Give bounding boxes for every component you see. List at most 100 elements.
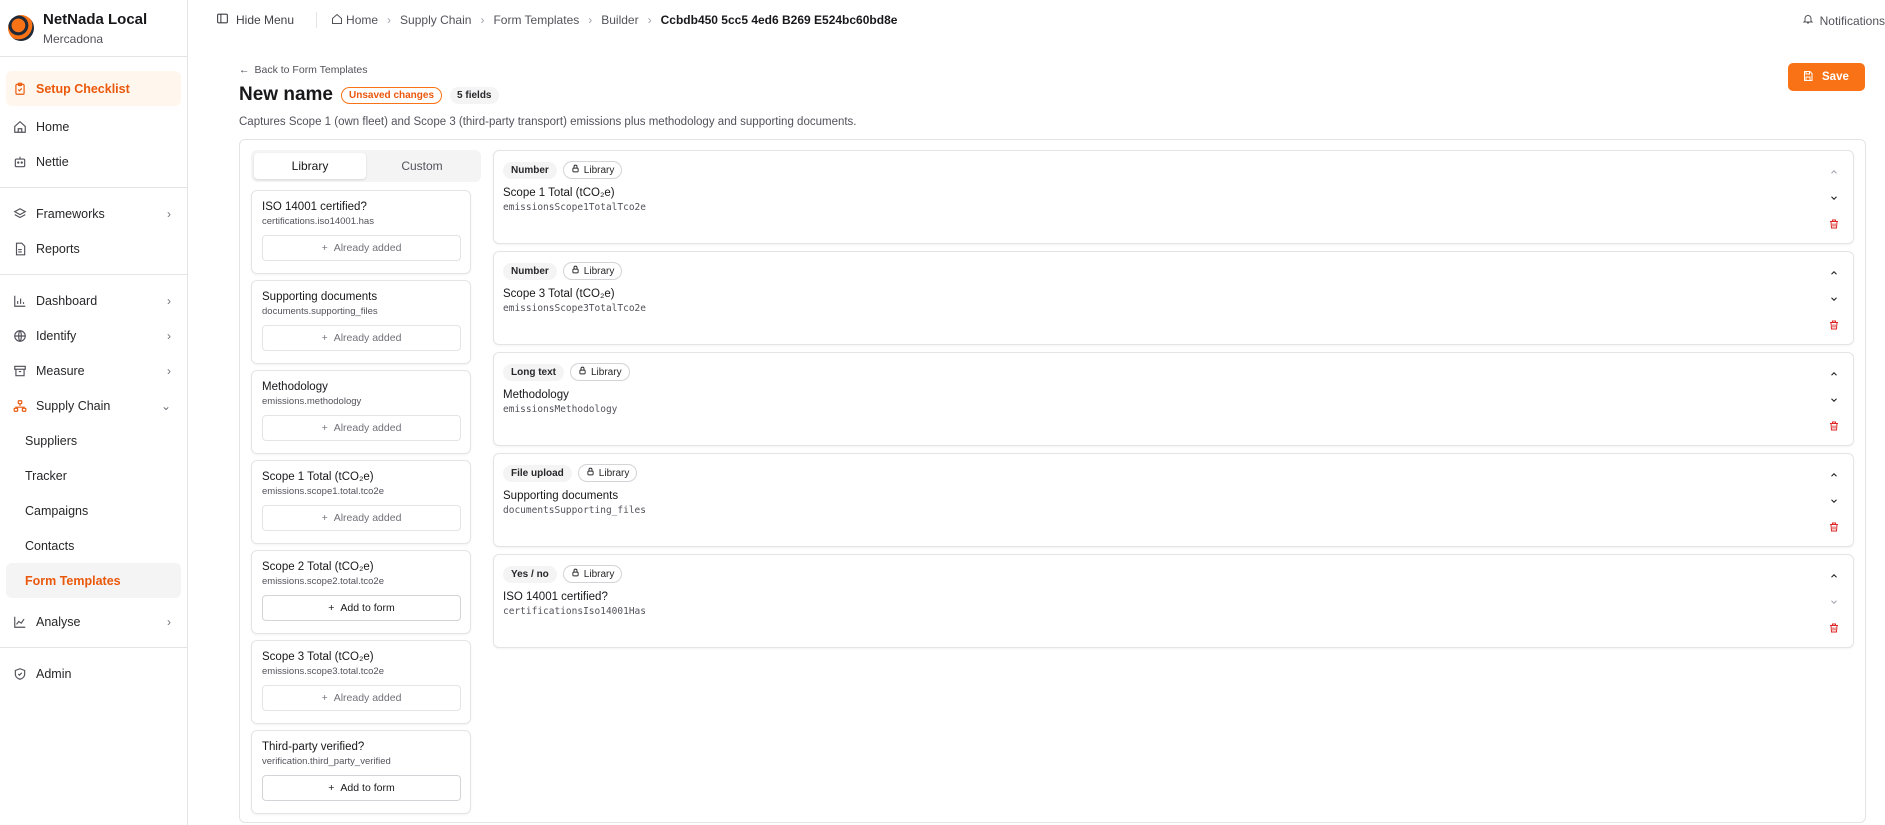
delete-field-button[interactable] — [1827, 316, 1841, 334]
tab-custom[interactable]: Custom — [366, 153, 478, 179]
sidebar-item-admin[interactable]: Admin — [6, 656, 181, 691]
field-controls — [1827, 567, 1841, 637]
plus-icon: + — [328, 782, 335, 794]
field-controls — [1827, 264, 1841, 334]
save-icon — [1802, 70, 1814, 85]
sidebar-item-supply-chain[interactable]: Supply Chain ⌄ — [6, 388, 181, 423]
move-up-button[interactable] — [1827, 163, 1841, 181]
already-added-button[interactable]: + Already added — [262, 685, 461, 711]
sidebar-item-setup-checklist[interactable]: Setup Checklist — [6, 71, 181, 106]
save-button[interactable]: Save — [1788, 63, 1865, 91]
form-field-card[interactable]: Number Library Scope 3 Total (tCO₂e) emi… — [493, 251, 1854, 345]
sidebar-item-campaigns[interactable]: Campaigns — [6, 493, 181, 528]
shield-check-icon — [12, 666, 28, 682]
sidebar-item-label: Identify — [36, 328, 77, 343]
chevron-right-icon: › — [387, 13, 392, 27]
brand[interactable]: NetNada Local Mercadona — [0, 0, 187, 57]
already-added-button[interactable]: + Already added — [262, 415, 461, 441]
sidebar-item-label: Form Templates — [25, 573, 121, 588]
org-name: Mercadona — [43, 31, 104, 46]
move-down-button[interactable] — [1827, 593, 1841, 611]
lock-icon — [578, 366, 587, 378]
move-down-button[interactable] — [1827, 290, 1841, 308]
library-item-button-label: Already added — [333, 512, 402, 524]
field-type-badge: File upload — [503, 464, 572, 482]
chevron-right-icon: › — [167, 206, 171, 221]
notifications-button[interactable]: Notifications — [1802, 13, 1885, 28]
sidebar-item-tracker[interactable]: Tracker — [6, 458, 181, 493]
library-item-button-label: Add to form — [340, 602, 395, 614]
field-controls — [1827, 466, 1841, 536]
plus-icon: + — [321, 332, 328, 344]
page-header: ← Back to Form Templates New name Unsave… — [239, 64, 1865, 128]
library-list: ISO 14001 certified? certifications.iso1… — [251, 190, 481, 814]
sidebar-item-nettie[interactable]: Nettie — [6, 144, 181, 179]
form-fields-list: Number Library Scope 1 Total (tCO₂e) emi… — [493, 150, 1854, 655]
back-link[interactable]: ← Back to Form Templates — [239, 64, 1865, 76]
sidebar-item-identify[interactable]: Identify › — [6, 318, 181, 353]
tab-library[interactable]: Library — [254, 153, 366, 179]
already-added-button[interactable]: + Already added — [262, 235, 461, 261]
move-up-button[interactable] — [1827, 567, 1841, 585]
field-source-badge: Library — [577, 464, 638, 482]
move-up-button[interactable] — [1827, 365, 1841, 383]
form-builder: Library Custom ISO 14001 certified? cert… — [239, 139, 1866, 823]
delete-field-button[interactable] — [1827, 215, 1841, 233]
form-field-card[interactable]: Number Library Scope 1 Total (tCO₂e) emi… — [493, 150, 1854, 244]
breadcrumb-supply-chain[interactable]: Supply Chain — [400, 13, 471, 27]
add-to-form-button[interactable]: + Add to form — [262, 595, 461, 621]
back-link-label: Back to Form Templates — [254, 64, 368, 76]
sidebar-item-dashboard[interactable]: Dashboard › — [6, 283, 181, 318]
sidebar-item-suppliers[interactable]: Suppliers — [6, 423, 181, 458]
sidebar-item-analyse[interactable]: Analyse › — [6, 604, 181, 639]
field-source-badge: Library — [570, 363, 630, 381]
delete-field-button[interactable] — [1827, 417, 1841, 435]
breadcrumb-form-templates[interactable]: Form Templates — [493, 13, 579, 27]
page-title[interactable]: New name — [239, 84, 333, 106]
sidebar-item-reports[interactable]: Reports — [6, 231, 181, 266]
delete-field-button[interactable] — [1827, 518, 1841, 536]
hide-menu-button[interactable]: Hide Menu — [216, 12, 294, 28]
lock-icon — [586, 467, 595, 479]
move-up-button[interactable] — [1827, 466, 1841, 484]
field-source-label: Library — [591, 366, 622, 378]
sidebar-item-contacts[interactable]: Contacts — [6, 528, 181, 563]
library-item-name: Scope 1 Total (tCO₂e) — [262, 471, 374, 483]
clipboard-check-icon — [12, 81, 28, 97]
lock-icon — [571, 265, 580, 277]
sidebar-item-label: Setup Checklist — [36, 81, 130, 96]
bell-icon — [1802, 13, 1814, 28]
chevron-right-icon: › — [167, 293, 171, 308]
sidebar-divider — [0, 647, 187, 648]
sidebar-item-measure[interactable]: Measure › — [6, 353, 181, 388]
form-field-card[interactable]: File upload Library Supporting documents… — [493, 453, 1854, 547]
field-source-badge: Library — [562, 565, 623, 583]
sidebar-item-label: Reports — [36, 241, 80, 256]
move-down-button[interactable] — [1827, 391, 1841, 409]
form-field-card[interactable]: Long text Library Methodology emissionsM… — [493, 352, 1854, 446]
sidebar-item-form-templates[interactable]: Form Templates — [6, 563, 181, 598]
field-type-badge: Number — [503, 262, 557, 280]
library-item-button-label: Already added — [333, 332, 402, 344]
layers-icon — [12, 206, 28, 222]
form-field-card[interactable]: Yes / no Library ISO 14001 certified? ce… — [493, 554, 1854, 648]
delete-field-button[interactable] — [1827, 619, 1841, 637]
sidebar-item-home[interactable]: Home — [6, 109, 181, 144]
sidebar-item-frameworks[interactable]: Frameworks › — [6, 196, 181, 231]
chevron-down-icon: ⌄ — [160, 398, 171, 413]
sidebar-item-label: Home — [36, 119, 70, 134]
field-key: certificationsIso14001Has — [503, 606, 646, 617]
move-down-button[interactable] — [1827, 189, 1841, 207]
move-up-button[interactable] — [1827, 264, 1841, 282]
breadcrumb-builder[interactable]: Builder — [601, 13, 638, 27]
already-added-button[interactable]: + Already added — [262, 325, 461, 351]
library-item: Scope 1 Total (tCO₂e) emissions.scope1.t… — [251, 460, 471, 544]
already-added-button[interactable]: + Already added — [262, 505, 461, 531]
library-item-name: Methodology — [262, 381, 328, 393]
move-down-button[interactable] — [1827, 492, 1841, 510]
chevron-right-icon: › — [647, 13, 652, 27]
add-to-form-button[interactable]: + Add to form — [262, 775, 461, 801]
lock-icon — [571, 568, 580, 580]
breadcrumb-home[interactable]: Home — [346, 13, 378, 27]
library-item: Third-party verified? verification.third… — [251, 730, 471, 814]
